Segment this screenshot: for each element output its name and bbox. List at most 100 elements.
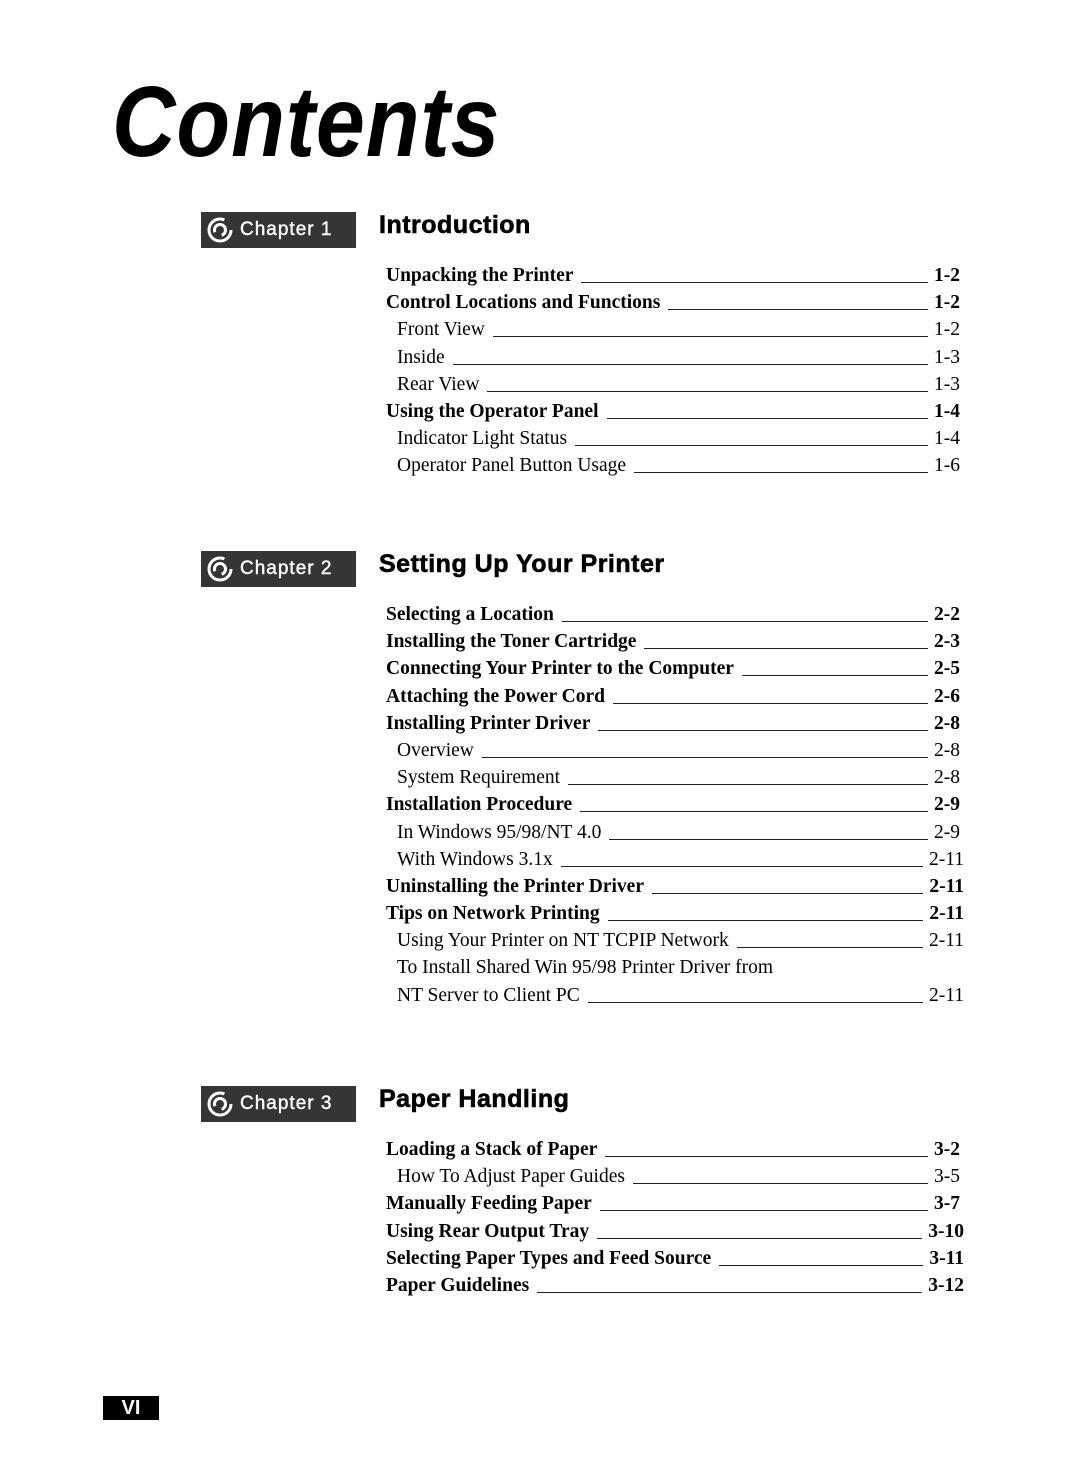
toc-entry[interactable]: Indicator Light Status 1-4 [386,425,964,452]
toc-entry-page: 2-9 [934,821,960,843]
toc-entry-page: 2-8 [934,712,960,734]
leader-line [481,756,928,758]
toc-entry[interactable]: Overview 2-8 [386,737,964,764]
toc-entry[interactable]: Control Locations and Functions 1-2 [386,289,964,316]
toc-entry[interactable]: Manually Feeding Paper 3-7 [386,1190,964,1217]
toc-entry-label: Using the Operator Panel [386,400,599,422]
leader-line [668,309,928,311]
toc-entry[interactable]: In Windows 95/98/NT 4.0 2-9 [386,819,964,846]
toc-entry-page: 3-2 [934,1139,960,1160]
toc-entry-page: 2-11 [929,875,964,897]
toc-entry[interactable]: NT Server to Client PC 2-11 [386,982,964,1009]
toc-entry-label: Control Locations and Functions [386,292,661,314]
toc-entry-page: 2-11 [928,930,964,952]
leader-line [580,811,928,813]
toc-entry[interactable]: With Windows 3.1x 2-11 [386,846,964,873]
leader-line [561,621,928,622]
toc-entry[interactable]: System Requirement 2-8 [386,764,964,791]
toc-entry-label: NT Server to Client PC [397,984,580,1006]
toc-entry-label: Connecting Your Printer to the Computer [386,658,734,680]
toc-entry-page: 1-4 [934,428,960,450]
toc-entry-label: How To Adjust Paper Guides [397,1166,625,1188]
leader-line [492,336,928,338]
toc-entry-label: Installing the Toner Cartridge [386,631,637,653]
toc-entry-label: Indicator Light Status [397,428,568,450]
toc-entry-label: Loading a Stack of Paper [386,1139,598,1160]
toc-entry-label: Tips on Network Printing [386,903,600,925]
chapter-badge: Chapter 1 [201,212,356,248]
toc-entry[interactable]: Inside 1-3 [386,344,964,371]
toc-entry[interactable]: To Install Shared Win 95/98 Printer Driv… [386,954,964,981]
toc-entry[interactable]: Using the Operator Panel 1-4 [386,398,964,425]
toc-entry-page: 2-9 [934,794,960,816]
toc-entry[interactable]: Rear View 1-3 [386,371,964,398]
toc-entry-page: 2-8 [934,767,960,789]
toc-entry-label: In Windows 95/98/NT 4.0 [397,821,602,843]
toc-list: Selecting a Location 2-2 Installing the To… [386,601,964,1009]
toc-entry[interactable]: Unpacking the Printer 1-2 [386,262,964,289]
toc-entry-label: Paper Guidelines [386,1274,530,1296]
leader-line [609,838,928,840]
toc-entry[interactable]: Installing the Toner Cartridge 2-3 [386,628,964,655]
chapter-title: Paper Handling [379,1085,570,1114]
leader-line [581,282,928,283]
toc-entry-label: Operator Panel Button Usage [397,455,627,477]
toc-entry-page: 2-8 [934,739,960,761]
toc-entry[interactable]: Using Rear Output Tray 3-10 [386,1218,964,1245]
toc-entry[interactable]: Selecting Paper Types and Feed Source 3-1… [386,1245,964,1272]
toc-entry[interactable]: Installation Procedure 2-9 [386,791,964,818]
toc-entry-label: Using Your Printer on NT TCPIP Network [397,930,729,952]
toc-entry[interactable]: Operator Panel Button Usage 1-6 [386,452,964,479]
toc-entry[interactable]: Installing Printer Driver 2-8 [386,710,964,737]
leader-line [575,445,928,447]
toc-entry[interactable]: Attaching the Power Cord 2-6 [386,683,964,710]
chapter-badge-label: Chapter 3 [240,1093,333,1114]
toc-entry-label: System Requirement [397,767,561,789]
leader-line [605,1156,928,1157]
toc-list: Loading a Stack of Paper 3-2 How To Adjust… [386,1136,964,1299]
leader-line [719,1264,924,1266]
toc-entry-label: Installing Printer Driver [386,712,591,734]
toc-entry-page: 2-11 [928,848,964,870]
toc-entry[interactable]: Tips on Network Printing 2-11 [386,900,964,927]
leader-line [598,729,928,731]
toc-entry-page: 1-3 [934,373,960,395]
toc-entry-label: Selecting Paper Types and Feed Source [386,1247,712,1269]
leader-line [452,363,928,365]
toc-entry-label: Installation Procedure [386,794,573,816]
toc-entry[interactable]: Using Your Printer on NT TCPIP Network 2-… [386,927,964,954]
leader-line [644,648,928,650]
chapter-title: Introduction [379,211,531,240]
chapter-badge-label: Chapter 2 [240,558,333,579]
leader-line [634,472,928,474]
toc-entry[interactable]: Loading a Stack of Paper 3-2 [386,1136,964,1163]
toc-list: Unpacking the Printer 1-2 Control Location… [386,262,964,480]
toc-entry-page: 1-2 [934,319,960,341]
chapter-badge: Chapter 3 [201,1086,356,1122]
toc-entry[interactable]: Connecting Your Printer to the Computer 2… [386,655,964,682]
leader-line [606,417,928,419]
toc-entry[interactable]: Selecting a Location 2-2 [386,601,964,628]
toc-entry-label: Inside [397,346,445,368]
swirl-icon [207,217,233,243]
toc-entry[interactable]: Uninstalling the Printer Driver 2-11 [386,873,964,900]
toc-entry[interactable]: How To Adjust Paper Guides 3-5 [386,1163,964,1190]
swirl-icon [207,1091,233,1117]
toc-entry-label: Rear View [397,373,480,395]
toc-entry-page: 3-5 [934,1166,960,1188]
toc-entry-label: Manually Feeding Paper [386,1193,592,1215]
leader-line [487,390,928,392]
chapter-badge: Chapter 2 [201,551,356,587]
toc-entry-page: 2-5 [934,658,960,680]
chapter-title: Setting Up Your Printer [379,550,665,579]
toc-entry[interactable]: Paper Guidelines 3-12 [386,1272,964,1299]
leader-line [587,1001,923,1003]
leader-line [632,1183,928,1185]
toc-entry[interactable]: Front View 1-2 [386,316,964,343]
leader-line [607,920,924,922]
toc-entry-page: 1-2 [934,265,960,286]
toc-entry-page: 2-11 [928,984,964,1006]
toc-entry-label: Overview [397,739,474,761]
leader-line [537,1291,923,1293]
leader-line [560,865,923,867]
